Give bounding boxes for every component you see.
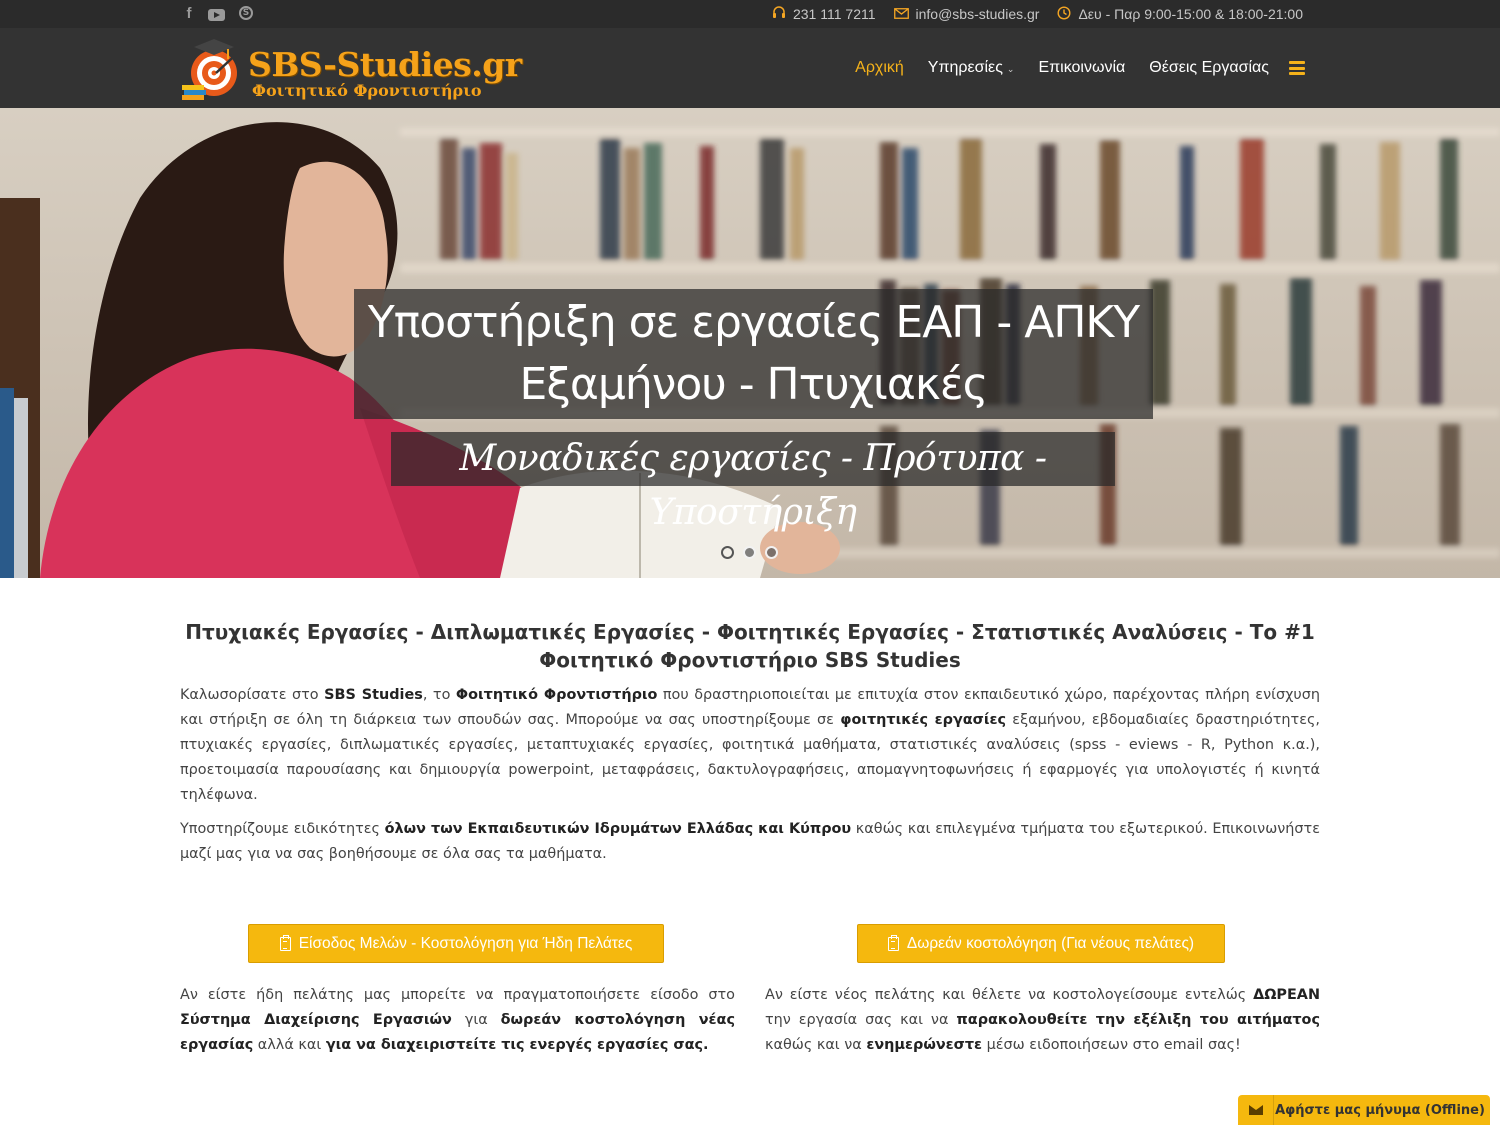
social-links: f S — [184, 4, 253, 22]
main-nav: Αρχική Υπηρεσίες ⌄ Επικοινωνία Θέσεις Εργ… — [855, 28, 1305, 108]
new-bold: ενημερώνεστε — [866, 1037, 983, 1053]
site-header: SBS-Studies.gr Φοιτητικό Φροντιστήριο Αρ… — [0, 28, 1500, 108]
hero-slider: Υποστήριξη σε εργασίες ΕΑΠ - ΑΠΚΥ Εξαμήν… — [0, 108, 1500, 578]
nav-jobs[interactable]: Θέσεις Εργασίας — [1149, 59, 1269, 77]
logo-title: SBS-Studies.gr — [248, 45, 522, 84]
nav-services-label: Υπηρεσίες — [927, 59, 1003, 76]
chevron-down-icon: ⌄ — [1006, 64, 1015, 74]
free-quote-label: Δωρεάν κοστολόγηση (Για νέους πελάτες) — [906, 934, 1195, 952]
phone-info[interactable]: 231 111 7211 — [772, 5, 876, 23]
opening-hours: Δευ - Παρ 9:00-15:00 & 18:00-21:00 — [1078, 6, 1303, 22]
existing-text: αλλά και — [253, 1037, 326, 1053]
logo-subtitle: Φοιτητικό Φροντιστήριο — [252, 81, 482, 100]
hero-title: Υποστήριξη σε εργασίες ΕΑΠ - ΑΠΚΥ Εξαμήν… — [354, 289, 1153, 419]
members-login-button[interactable]: Είσοδος Μελών - Κοστολόγηση για Ήδη Πελά… — [248, 924, 664, 963]
existing-bold: για να διαχειριστείτε τις ενεργές εργασί… — [325, 1037, 709, 1053]
clipboard-icon — [887, 934, 899, 951]
envelope-icon — [893, 7, 909, 22]
chat-label: Αφήστε μας μήνυμα (Offline) — [1275, 1102, 1485, 1118]
facebook-icon[interactable]: f — [184, 4, 194, 22]
hero-title-line-2: Εξαμήνου - Πτυχιακές — [519, 359, 989, 410]
skype-icon[interactable]: S — [239, 6, 253, 20]
new-text: καθώς και να — [765, 1037, 867, 1053]
new-text: Αν είστε νέος πελάτης και θέλετε να κοστ… — [765, 987, 1254, 1003]
offline-chat-widget[interactable]: Αφήστε μας μήνυμα (Offline) — [1238, 1095, 1490, 1125]
main-content: Πτυχιακές Εργασίες - Διπλωματικές Εργασί… — [180, 618, 1320, 867]
phone-number: 231 111 7211 — [792, 6, 876, 22]
slider-dots — [721, 546, 778, 559]
existing-clients-text: Αν είστε ήδη πελάτης μας μπορείτε να πρα… — [180, 983, 735, 1058]
nav-contact[interactable]: Επικοινωνία — [1038, 59, 1125, 77]
menu-icon[interactable] — [1289, 61, 1305, 75]
headset-icon — [772, 5, 786, 23]
hero-title-line-1: Υποστήριξη σε εργασίες ΕΑΠ - ΑΠΚΥ — [367, 297, 1140, 348]
intro-paragraph: Καλωσορίσατε στο SBS Studies, το Φοιτητι… — [180, 683, 1320, 808]
youtube-icon[interactable] — [208, 8, 225, 21]
support-text: Υποστηρίζουμε ειδικότητες — [180, 821, 385, 837]
envelope-icon — [1238, 1095, 1274, 1125]
slider-dot-2[interactable] — [743, 546, 756, 559]
new-bold: ΔΩΡΕΑΝ — [1253, 987, 1320, 1003]
clock-icon — [1057, 5, 1071, 23]
email-address: info@sbs-studies.gr — [915, 6, 1040, 22]
hero-subtitle: Μοναδικές εργασίες - Πρότυπα - Υποστήριξ… — [391, 432, 1115, 533]
members-login-label: Είσοδος Μελών - Κοστολόγηση για Ήδη Πελά… — [298, 934, 633, 952]
new-text: την εργασία σας και να — [765, 1012, 957, 1028]
new-bold: παρακολουθείτε την εξέλιξη του αιτήματος — [956, 1012, 1320, 1028]
intro-text: , το — [422, 687, 456, 703]
intro-text: Καλωσορίσατε στο — [180, 687, 325, 703]
support-paragraph: Υποστηρίζουμε ειδικότητες όλων των Εκπαι… — [180, 817, 1320, 867]
top-bar: f S 231 111 7211 info@sbs-studies.gr Δευ… — [0, 0, 1500, 28]
free-quote-button[interactable]: Δωρεάν κοστολόγηση (Για νέους πελάτες) — [857, 924, 1225, 963]
existing-text: για — [451, 1012, 501, 1028]
logo-target-icon — [182, 39, 243, 100]
new-text: μέσω ειδοποιήσεων στο email σας! — [982, 1037, 1241, 1053]
intro-bold: SBS Studies — [324, 687, 423, 703]
clipboard-icon — [279, 934, 291, 951]
new-clients-text: Αν είστε νέος πελάτης και θέλετε να κοστ… — [765, 983, 1320, 1058]
support-bold: όλων των Εκπαιδευτικών Ιδρυμάτων Ελλάδας… — [384, 821, 852, 837]
intro-bold: Φοιτητικό Φροντιστήριο — [455, 687, 658, 703]
hours-info: Δευ - Παρ 9:00-15:00 & 18:00-21:00 — [1057, 5, 1303, 23]
nav-home[interactable]: Αρχική — [855, 59, 904, 77]
page-heading: Πτυχιακές Εργασίες - Διπλωματικές Εργασί… — [185, 620, 1315, 672]
intro-bold: φοιτητικές εργασίες — [840, 712, 1007, 728]
nav-services[interactable]: Υπηρεσίες ⌄ — [928, 59, 1015, 77]
email-info[interactable]: info@sbs-studies.gr — [893, 6, 1040, 22]
slider-dot-3[interactable] — [765, 546, 778, 559]
site-logo[interactable]: SBS-Studies.gr Φοιτητικό Φροντιστήριο — [180, 35, 540, 103]
slider-dot-1[interactable] — [721, 546, 734, 559]
contact-info: 231 111 7211 info@sbs-studies.gr Δευ - Π… — [772, 0, 1303, 28]
existing-text: Αν είστε ήδη πελάτης μας μπορείτε να πρα… — [180, 987, 735, 1003]
existing-bold: Σύστημα Διαχείρισης Εργασιών — [180, 1012, 452, 1028]
